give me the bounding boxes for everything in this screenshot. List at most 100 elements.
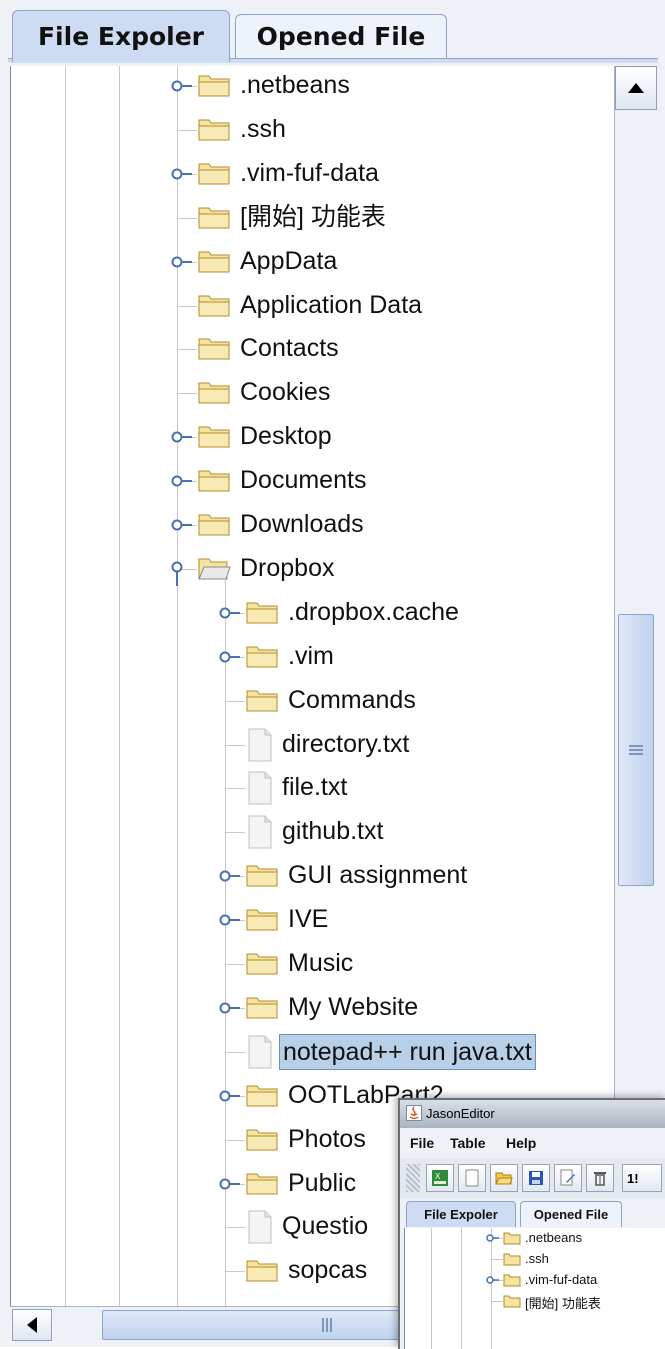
tree-node-label[interactable]: Dropbox [237,551,338,585]
tree-node[interactable]: Application Data [11,286,611,326]
tab-bar: File Expoler Opened File [400,1198,665,1228]
tree-node[interactable]: Desktop [11,417,611,457]
tree-node-label[interactable]: .ssh [237,112,289,146]
menu-file[interactable]: File [410,1135,434,1151]
font-size-field[interactable]: 1! [622,1164,662,1192]
tree-node-label[interactable]: IVE [285,902,331,936]
jasoneditor-window[interactable]: JasonEditor File Table Help X 1! File Ex… [398,1098,665,1349]
collapsed-toggle-icon[interactable] [170,516,192,534]
tree-node-label[interactable]: .netbeans [525,1230,582,1245]
tree-node-label[interactable]: directory.txt [279,727,412,761]
collapsed-toggle-icon[interactable] [218,1087,240,1105]
collapsed-toggle-icon[interactable] [218,1175,240,1193]
tree-node-label[interactable]: .dropbox.cache [285,595,462,629]
tree-node-label[interactable]: file.txt [279,770,350,804]
tree-node-label[interactable]: GUI assignment [285,858,470,892]
tree-node-label[interactable]: Application Data [237,288,425,322]
tree-node[interactable]: Contacts [11,329,611,369]
title-bar[interactable]: JasonEditor [400,1100,665,1128]
tree-node-label[interactable]: notepad++ run java.txt [279,1033,536,1070]
tree-node[interactable]: .dropbox.cache [11,593,611,633]
tree-node[interactable]: Downloads [11,505,611,545]
tree-node[interactable]: github.txt [11,812,611,852]
collapsed-toggle-icon[interactable] [170,165,192,183]
tree-node[interactable]: GUI assignment [11,856,611,896]
tree-node-label[interactable]: .ssh [525,1251,549,1266]
collapsed-toggle-icon[interactable] [170,77,192,95]
tree-node-label[interactable]: github.txt [279,814,386,848]
tree-node-label[interactable]: Downloads [237,507,367,541]
tree-branch-line [177,129,197,131]
tab-file-explorer[interactable]: File Expoler [12,10,230,62]
collapsed-toggle-icon[interactable] [485,1274,499,1286]
tree-node-label[interactable]: AppData [237,244,340,278]
tree-node[interactable]: file.txt [11,768,611,808]
collapsed-toggle-icon[interactable] [170,472,192,490]
tree-node[interactable]: My Website [11,988,611,1028]
tree-node[interactable]: Commands [11,681,611,721]
tree-node-label[interactable]: Public [285,1166,359,1200]
tree-node[interactable]: [開始] 功能表 [405,1291,665,1311]
folder-icon [245,1127,279,1153]
collapsed-toggle-icon[interactable] [218,867,240,885]
tree-node-label[interactable]: sopcas [285,1253,370,1287]
scroll-up-button[interactable] [615,66,657,110]
tree-node-label[interactable]: Documents [237,463,369,497]
collapsed-toggle-icon[interactable] [485,1232,499,1244]
tree-node-label[interactable]: Photos [285,1122,369,1156]
tree-node[interactable]: Dropbox [11,549,611,589]
tree-node[interactable]: AppData [11,242,611,282]
collapsed-toggle-icon[interactable] [218,648,240,666]
tree-node-label[interactable]: .vim-fuf-data [237,156,382,190]
menu-table[interactable]: Table [450,1135,486,1151]
edit-button[interactable] [554,1164,582,1192]
delete-button[interactable] [586,1164,614,1192]
collapsed-toggle-icon[interactable] [170,428,192,446]
excel-button[interactable]: X [426,1164,454,1192]
tree-node-label[interactable]: Commands [285,683,419,717]
file-tree[interactable]: .netbeans .ssh .vim-fuf-data [開始] 功能表 [404,1228,665,1349]
tree-node[interactable]: [開始] 功能表 [11,198,611,238]
tree-node[interactable]: Cookies [11,373,611,413]
file-explorer-window: File Expoler Opened File .netbeans .ssh .v… [0,0,665,1349]
expanded-toggle-icon[interactable] [170,560,188,590]
collapsed-toggle-icon[interactable] [218,604,240,622]
menu-help[interactable]: Help [506,1135,536,1151]
tree-node[interactable]: .netbeans [11,66,611,106]
tree-node[interactable]: Music [11,944,611,984]
tree-node[interactable]: .vim [11,637,611,677]
tree-node[interactable]: Documents [11,461,611,501]
tree-node-label[interactable]: Questio [279,1209,371,1243]
tree-node-label[interactable]: .vim-fuf-data [525,1272,597,1287]
tree-node-label[interactable]: .netbeans [237,68,353,102]
collapsed-toggle-icon[interactable] [170,253,192,271]
arrow-left-icon [27,1317,37,1333]
tree-node-label[interactable]: [開始] 功能表 [525,1293,601,1312]
open-button[interactable] [490,1164,518,1192]
tab-opened-file[interactable]: Opened File [235,14,447,58]
file-icon [247,1035,281,1069]
tree-node[interactable]: .vim-fuf-data [11,154,611,194]
tree-node[interactable]: IVE [11,900,611,940]
tree-node-label[interactable]: .vim [285,639,337,673]
tree-node-label[interactable]: Cookies [237,375,333,409]
save-button[interactable] [522,1164,550,1192]
tree-node[interactable]: directory.txt [11,725,611,765]
tree-node-label[interactable]: Contacts [237,331,342,365]
tree-node[interactable]: .vim-fuf-data [405,1270,665,1290]
new-file-button[interactable] [458,1164,486,1192]
tab-opened-file[interactable]: Opened File [520,1201,622,1227]
tree-node[interactable]: .ssh [405,1249,665,1269]
tree-node[interactable]: notepad++ run java.txt [11,1032,611,1072]
collapsed-toggle-icon[interactable] [218,999,240,1017]
tree-node-label[interactable]: Desktop [237,419,335,453]
tree-node[interactable]: .netbeans [405,1228,665,1248]
scroll-left-button[interactable] [12,1309,52,1341]
tree-node-label[interactable]: My Website [285,990,421,1024]
tree-node[interactable]: .ssh [11,110,611,150]
tree-node-label[interactable]: Music [285,946,356,980]
vertical-scroll-thumb[interactable] [618,614,654,886]
tree-node-label[interactable]: [開始] 功能表 [237,200,389,234]
tab-file-explorer[interactable]: File Expoler [406,1201,516,1227]
collapsed-toggle-icon[interactable] [218,911,240,929]
